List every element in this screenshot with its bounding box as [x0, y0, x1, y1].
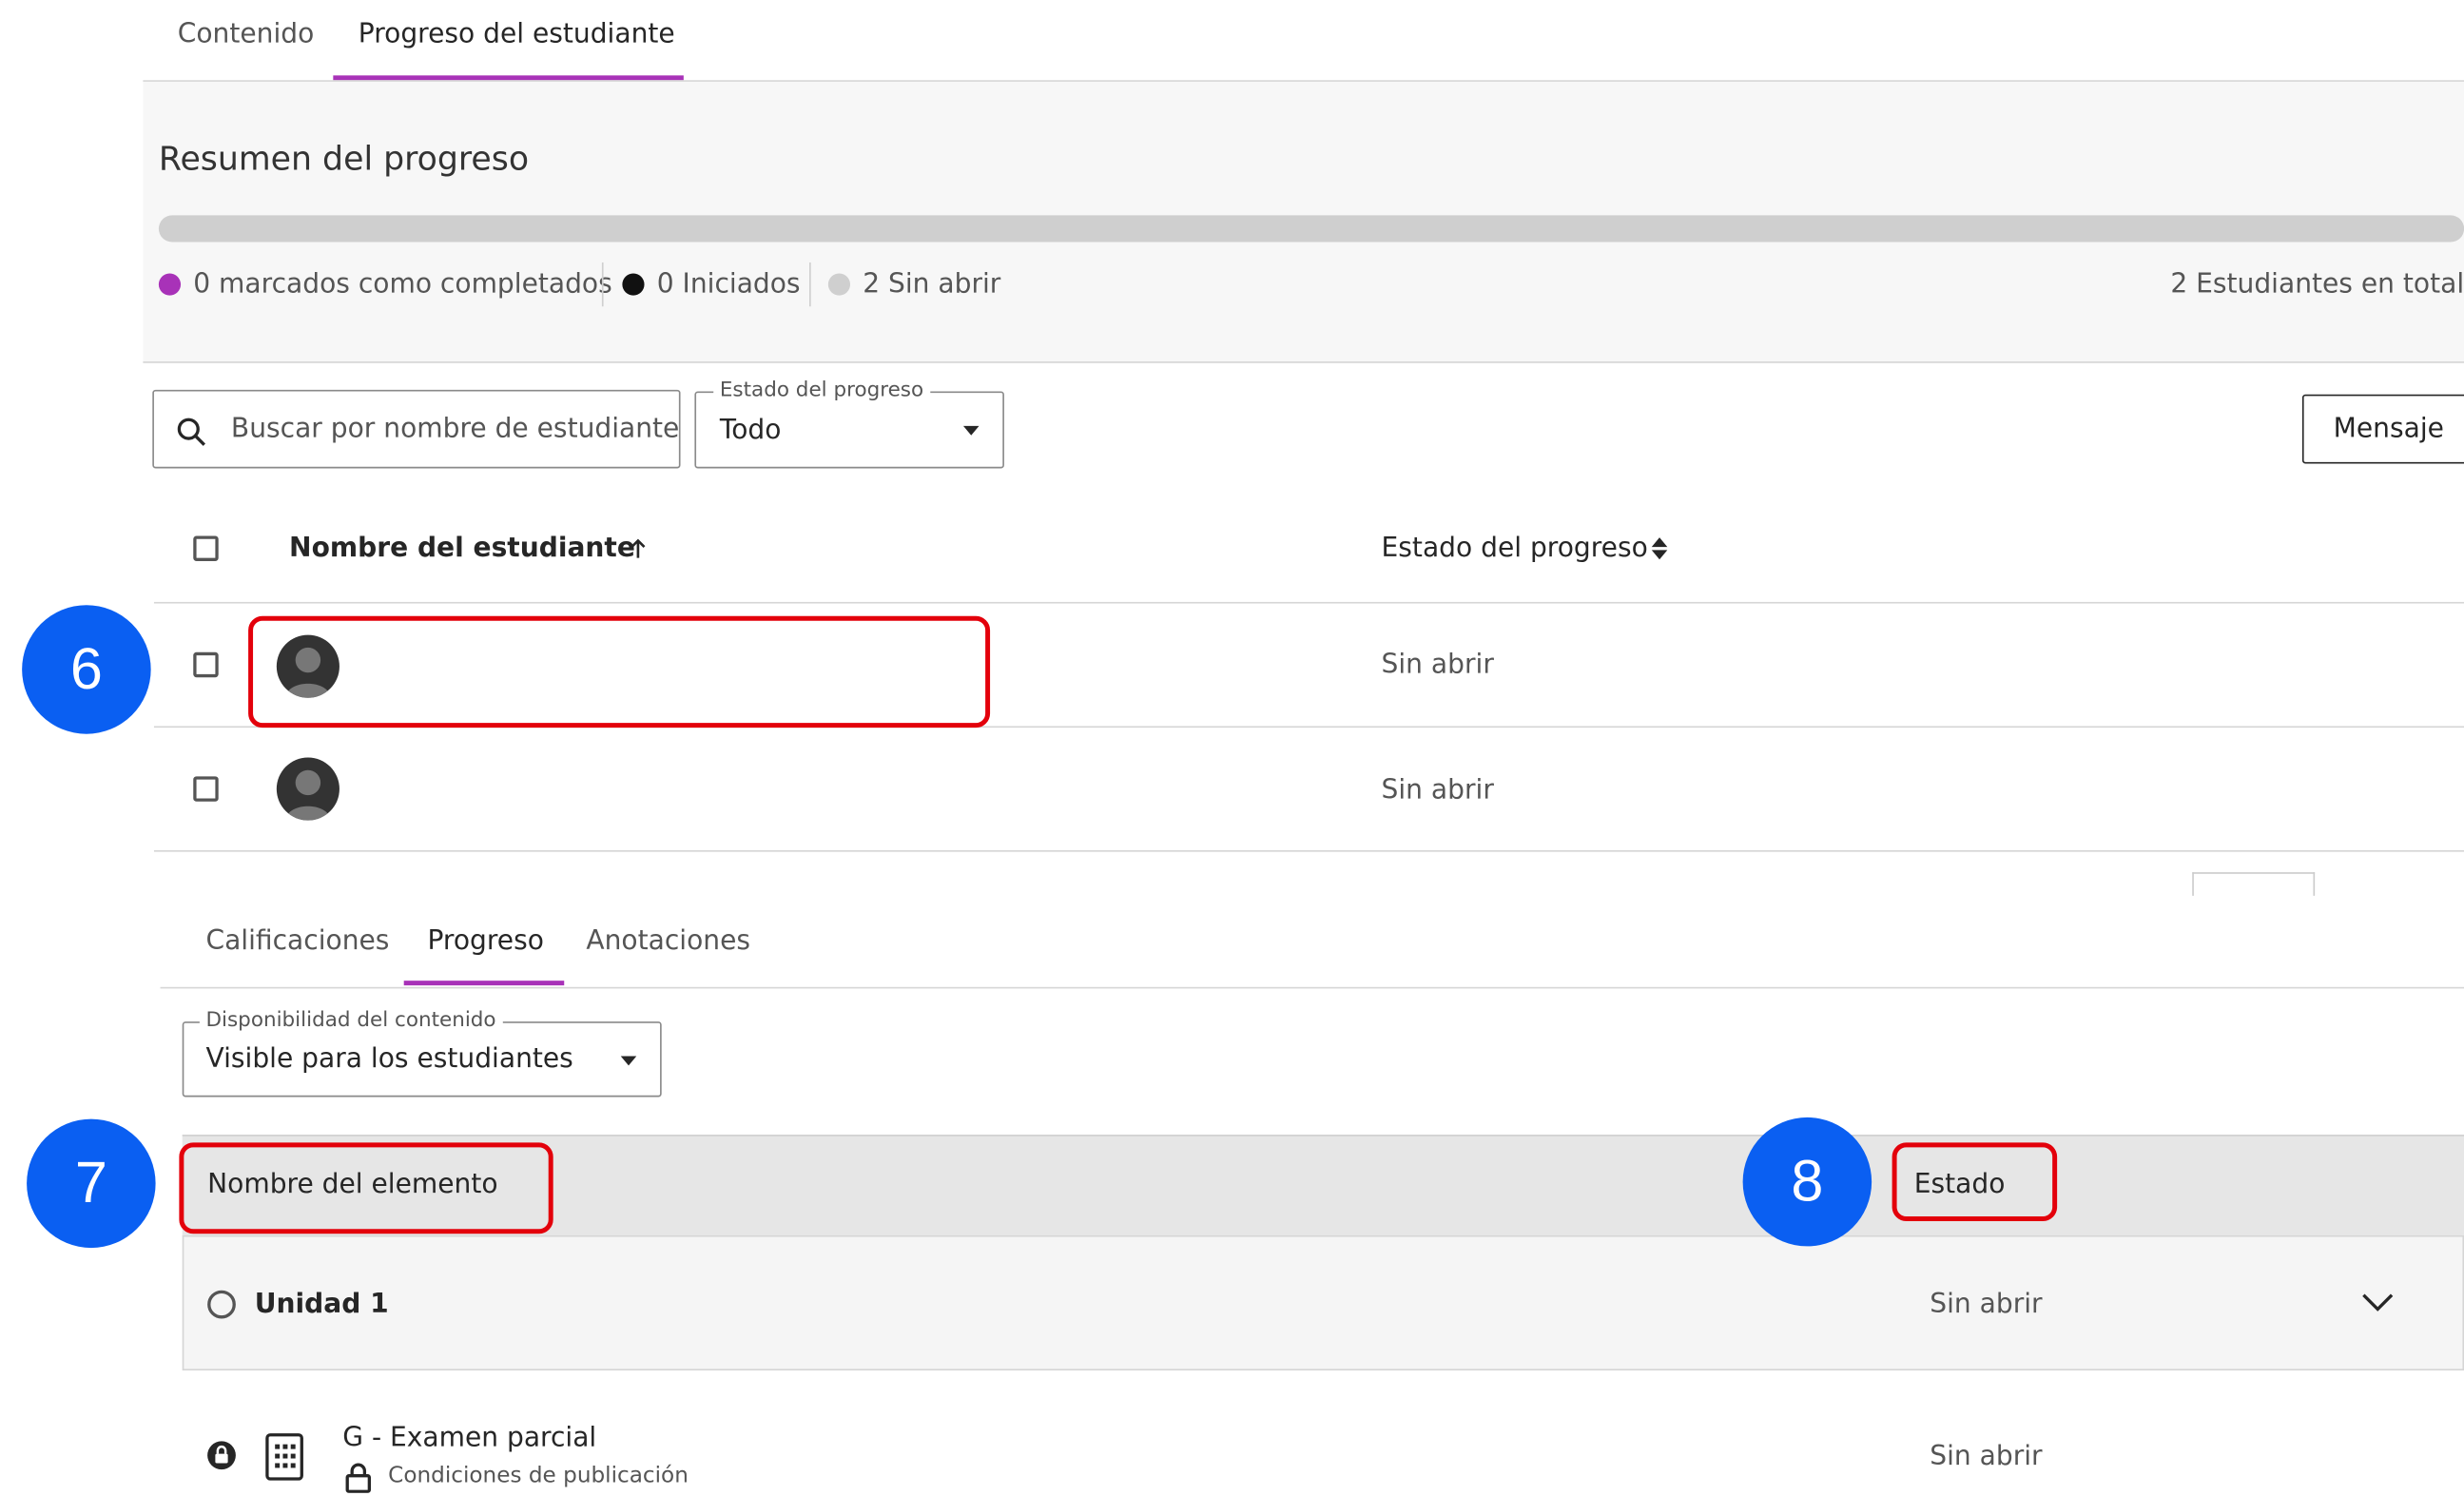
tab-calificaciones[interactable]: Calificaciones	[205, 925, 389, 957]
student-row-status: Sin abrir	[1381, 774, 1494, 806]
legend-completed: 0 marcados como completados	[193, 268, 612, 301]
unit-status: Sin abrir	[1930, 1289, 2043, 1321]
student-row-checkbox[interactable]	[193, 776, 219, 802]
student-row-checkbox[interactable]	[193, 651, 219, 678]
tabs-divider	[160, 986, 2464, 989]
lock-circle-icon	[207, 1441, 236, 1470]
tab-anotaciones[interactable]: Anotaciones	[586, 925, 750, 957]
lock-icon	[345, 1463, 371, 1493]
avatar	[276, 757, 340, 821]
tab-contenido[interactable]: Contenido	[178, 19, 315, 50]
caret-down-icon	[620, 1056, 637, 1066]
tab-progreso-estudiante[interactable]: Progreso del estudiante	[359, 19, 675, 50]
progress-status-select[interactable]: Todo	[694, 391, 1004, 469]
progress-status-label: Estado del progreso	[713, 379, 930, 403]
started-dot-icon	[622, 273, 645, 296]
unit-status-circle-icon	[207, 1290, 236, 1319]
sort-icon[interactable]	[1650, 536, 1669, 561]
select-all-checkbox[interactable]	[193, 535, 219, 561]
active-tab-indicator	[403, 981, 565, 986]
completed-dot-icon	[158, 273, 182, 296]
highlight-status	[1892, 1142, 2058, 1221]
test-icon	[265, 1433, 303, 1481]
unit-name: Unidad 1	[254, 1289, 389, 1321]
row-divider	[153, 850, 2464, 852]
search-placeholder: Buscar por nombre de estudiante	[230, 413, 680, 445]
user-silhouette-icon	[285, 769, 331, 821]
progress-status-value: Todo	[719, 415, 782, 447]
sort-ascending-icon[interactable]	[629, 537, 648, 559]
row-divider	[153, 601, 2464, 604]
search-icon	[177, 418, 205, 446]
highlight-student-name	[248, 615, 991, 729]
callout-6: 6	[22, 605, 151, 734]
progress-bar	[158, 215, 2464, 243]
availability-select[interactable]: Visible para los estudiantes	[182, 1021, 662, 1098]
exam-name[interactable]: G - Examen parcial	[342, 1423, 596, 1454]
callout-8: 8	[1742, 1117, 1872, 1247]
search-input[interactable]: Buscar por nombre de estudiante	[152, 389, 681, 469]
tab-progreso[interactable]: Progreso	[427, 925, 543, 957]
students-total: 2 Estudiantes en total	[2170, 268, 2464, 301]
screenshot-stage: Contenido Progreso del estudiante Resume…	[0, 0, 2464, 1493]
highlight-item-name	[179, 1142, 553, 1234]
col-progress-status[interactable]: Estado del progreso	[1382, 533, 1648, 564]
legend-started: 0 Iniciados	[656, 268, 801, 301]
callout-7: 7	[27, 1118, 156, 1249]
legend-separator	[809, 262, 811, 307]
col-student-name[interactable]: Nombre del estudiante	[289, 533, 635, 564]
legend-unopened: 2 Sin abrir	[863, 268, 1001, 301]
summary-title: Resumen del progreso	[158, 140, 530, 178]
caret-down-icon	[962, 425, 980, 436]
chevron-down-icon[interactable]	[2360, 1292, 2395, 1313]
release-conditions[interactable]: Condiciones de publicación	[388, 1463, 689, 1487]
availability-value: Visible para los estudiantes	[205, 1043, 573, 1076]
pagination-input[interactable]	[2192, 872, 2316, 896]
student-row-status: Sin abrir	[1381, 649, 1494, 681]
availability-label: Disponibilidad del contenido	[199, 1008, 503, 1033]
legend-separator	[601, 262, 604, 307]
unit-row[interactable]	[182, 1234, 2464, 1370]
unopened-dot-icon	[827, 273, 851, 296]
message-button[interactable]: Mensaje	[2301, 394, 2464, 464]
exam-status: Sin abrir	[1930, 1441, 2043, 1473]
